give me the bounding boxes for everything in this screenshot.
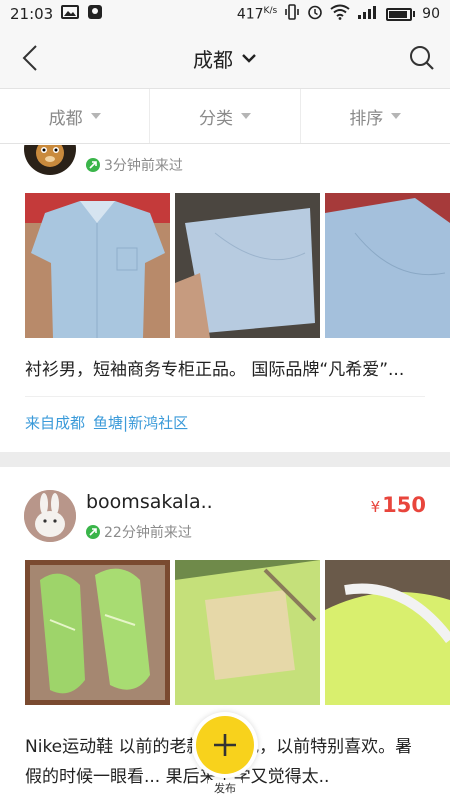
item-photos[interactable]	[25, 193, 450, 338]
username[interactable]: boomsakala..	[86, 491, 213, 513]
caret-down-icon	[90, 113, 101, 119]
chevron-left-icon	[22, 45, 37, 71]
filter-tab-sort[interactable]: 排序	[301, 89, 450, 143]
avatar[interactable]	[24, 490, 76, 542]
filter-label: 成都	[48, 108, 83, 129]
caret-down-icon	[240, 113, 251, 119]
filter-label: 分类	[198, 108, 233, 129]
status-time: 21:03	[10, 5, 54, 23]
wifi-icon	[330, 4, 350, 24]
back-button[interactable]	[14, 42, 46, 74]
signal-icon	[357, 5, 379, 23]
visit-arrow-icon	[86, 158, 100, 172]
image-notification-icon	[61, 5, 80, 23]
filter-label: 排序	[349, 108, 384, 129]
publish-button[interactable]: 发布	[192, 712, 258, 800]
chevron-down-icon	[242, 54, 256, 63]
vibrate-icon	[284, 4, 300, 24]
visit-arrow-icon	[86, 525, 100, 539]
card-separator	[0, 452, 450, 467]
location-area[interactable]: 鱼塘|新鸿社区	[93, 412, 188, 433]
caret-down-icon	[391, 113, 402, 119]
publish-circle	[196, 716, 254, 774]
item-photo[interactable]	[175, 193, 320, 338]
city-title: 成都	[193, 47, 233, 72]
item-card[interactable]: 3分钟前来过 衬衫男，短袖商务专柜正品。 国际品牌“凡希爱”... 来自成都 鱼…	[0, 145, 450, 452]
item-photo[interactable]	[25, 193, 170, 338]
item-photo[interactable]	[325, 560, 450, 705]
chat-notification-icon	[87, 4, 103, 24]
filter-tab-city[interactable]: 成都	[0, 89, 151, 143]
item-feed[interactable]: 3分钟前来过 衬衫男，短袖商务专柜正品。 国际品牌“凡希爱”... 来自成都 鱼…	[0, 145, 450, 800]
last-visit: 3分钟前来过	[86, 155, 183, 175]
item-photo[interactable]	[175, 560, 320, 705]
alarm-icon	[307, 4, 323, 24]
publish-ring	[192, 712, 258, 778]
location-city[interactable]: 来自成都	[25, 412, 85, 433]
title-bar: 成都	[0, 28, 450, 88]
filter-tab-category[interactable]: 分类	[150, 89, 301, 143]
search-icon	[410, 46, 434, 70]
item-price: ¥150	[370, 493, 426, 517]
last-visit: 22分钟前来过	[86, 522, 192, 542]
avatar[interactable]	[24, 145, 76, 175]
item-location[interactable]: 来自成都 鱼塘|新鸿社区	[25, 412, 188, 433]
divider	[25, 396, 425, 397]
item-photos[interactable]	[25, 560, 450, 705]
search-button[interactable]	[406, 42, 438, 74]
network-speed: 417K/s	[236, 5, 278, 23]
battery-icon	[386, 7, 416, 21]
filter-bar: 成都 分类 排序	[0, 88, 450, 144]
plus-icon	[214, 734, 236, 756]
battery-level: 90	[422, 6, 440, 22]
item-photo[interactable]	[325, 193, 450, 338]
status-bar: 21:03 417K/s 90	[0, 0, 450, 28]
publish-label: 发布	[208, 780, 242, 796]
city-selector[interactable]: 成都	[193, 44, 257, 73]
item-photo[interactable]	[25, 560, 170, 705]
item-description[interactable]: 衬衫男，短袖商务专柜正品。 国际品牌“凡希爱”...	[25, 355, 425, 385]
